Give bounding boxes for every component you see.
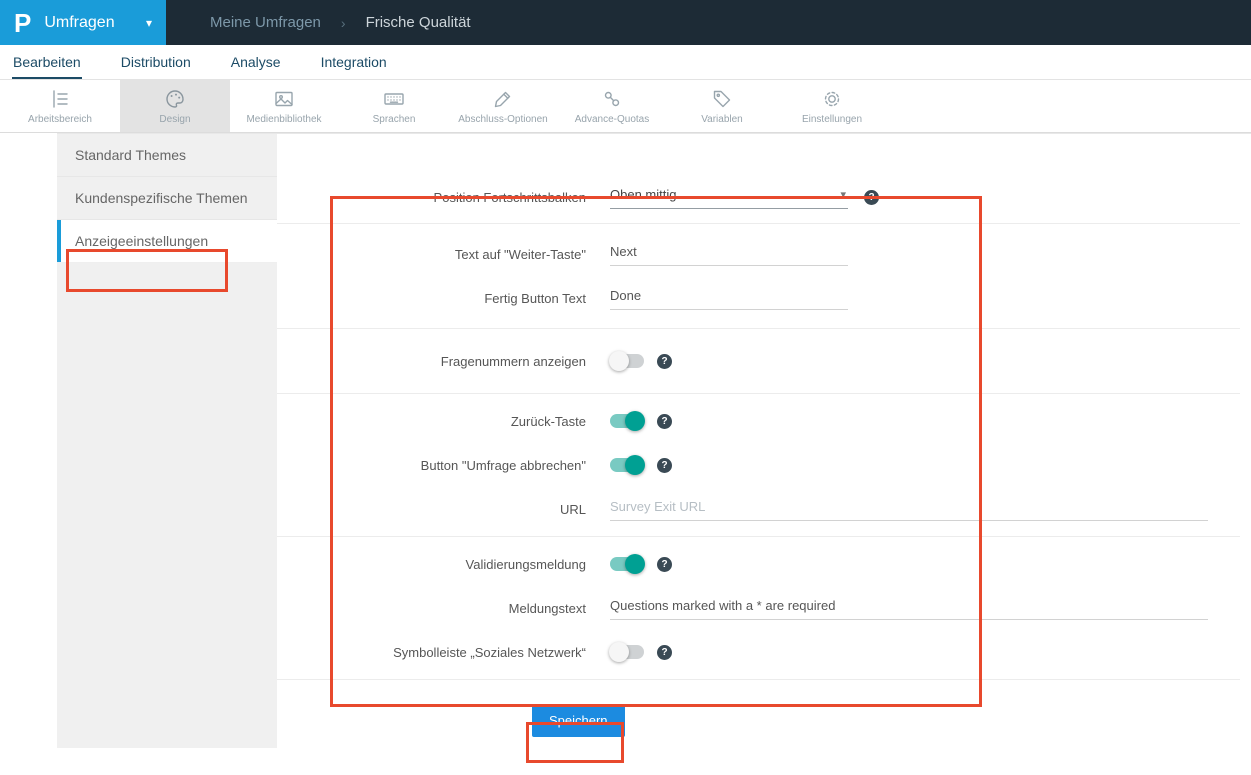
exit-url-input[interactable] [610,497,1208,521]
form-row-validation-message: Validierungsmeldung ? [277,542,1240,586]
progress-position-select[interactable]: Oben mittig ▾ [610,185,848,209]
field-label: Fragenummern anzeigen [277,354,586,369]
toolbar-item-medienbibliothek[interactable]: Medienbibliothek [230,80,338,132]
toolbar-item-abschluss-optionen[interactable]: Abschluss-Optionen [450,80,556,132]
toggle-knob [609,642,629,662]
field-label: Zurück-Taste [277,414,586,429]
brush-icon [491,87,515,111]
toggle-knob [625,411,645,431]
validation-message-toggle[interactable] [610,557,644,571]
breadcrumb: Meine Umfragen › Frische Qualität [166,0,471,45]
help-icon[interactable]: ? [657,414,672,429]
next-button-text-input[interactable] [610,242,848,266]
toolbar-item-label: Arbeitsbereich [28,114,92,125]
help-icon[interactable]: ? [864,190,879,205]
form-row-exit-url: URL [277,487,1240,531]
form-row-progress-position: Position Fortschrittsbalken Oben mittig … [277,175,1240,219]
cancel-survey-toggle[interactable] [610,458,644,472]
form-row-back-button: Zurück-Taste ? [277,399,1240,443]
help-icon[interactable]: ? [657,354,672,369]
toggle-knob [609,351,629,371]
toolbar-item-label: Variablen [701,114,743,125]
chevron-right-icon: › [341,15,346,31]
toolbar-item-einstellungen[interactable]: Einstellungen [776,80,888,132]
palette-icon [163,87,187,111]
product-menu[interactable]: P Umfragen ▾ [0,0,166,45]
toolbar-item-label: Advance-Quotas [575,114,650,125]
toolbar-item-label: Design [159,114,190,125]
question-numbers-toggle[interactable] [610,354,644,368]
field-label: URL [277,502,586,517]
help-icon[interactable]: ? [657,557,672,572]
back-button-toggle[interactable] [610,414,644,428]
save-area: Speichern [277,704,1240,737]
workspace-icon [48,87,72,111]
field-label: Validierungsmeldung [277,557,586,572]
sidebar-item-anzeigeeinstellungen[interactable]: Anzeigeeinstellungen [57,220,277,263]
group-progress-bar: Position Fortschrittsbalken Oben mittig … [277,171,1240,224]
gear-icon [820,87,844,111]
toolbar-item-sprachen[interactable]: Sprachen [338,80,450,132]
toolbar-item-arbeitsbereich[interactable]: Arbeitsbereich [0,80,120,132]
chevron-down-icon: ▾ [138,16,152,30]
field-label: Text auf "Weiter-Taste" [277,247,586,262]
toolbar-item-label: Medienbibliothek [246,114,321,125]
form-row-question-numbers: Fragenummern anzeigen ? [277,339,1240,383]
design-sidebar: Standard Themes Kundenspezifische Themen… [57,134,277,748]
form-row-done-text: Fertig Button Text [277,276,1240,320]
toggle-knob [625,455,645,475]
app-logo: P [14,10,31,36]
done-button-text-input[interactable] [610,286,848,310]
main-tabs: Bearbeiten Distribution Analyse Integrat… [0,45,1251,80]
form-row-message-text: Meldungstext [277,586,1240,630]
toolbar-item-variablen[interactable]: Variablen [668,80,776,132]
breadcrumb-current: Frische Qualität [366,14,471,31]
toolbar-item-label: Einstellungen [802,114,862,125]
field-label: Fertig Button Text [277,291,586,306]
field-label: Symbolleiste „Soziales Netzwerk“ [277,645,586,660]
toggle-knob [625,554,645,574]
group-navigation-buttons: Zurück-Taste ? Button "Umfrage abbrechen… [277,394,1240,537]
chevron-down-icon: ▾ [840,188,846,201]
save-button[interactable]: Speichern [532,704,625,737]
help-icon[interactable]: ? [657,645,672,660]
field-label: Button "Umfrage abbrechen" [277,458,586,473]
field-label: Meldungstext [277,601,586,616]
tab-bearbeiten[interactable]: Bearbeiten [12,48,82,79]
media-library-icon [272,87,296,111]
help-icon[interactable]: ? [657,458,672,473]
form-row-next-text: Text auf "Weiter-Taste" [277,232,1240,276]
form-row-social-toolbar: Symbolleiste „Soziales Netzwerk“ ? [277,630,1240,674]
top-bar: P Umfragen ▾ Meine Umfragen › Frische Qu… [0,0,1251,45]
app-window: P Umfragen ▾ Meine Umfragen › Frische Qu… [0,0,1251,775]
select-value: Oben mittig [610,187,676,202]
editor-toolbar: Arbeitsbereich Design Medienbibliothek S… [0,80,1251,133]
sidebar-item-kundenspezifische-themen[interactable]: Kundenspezifische Themen [57,177,277,220]
group-button-texts: Text auf "Weiter-Taste" Fertig Button Te… [277,224,1240,329]
social-toolbar-toggle[interactable] [610,645,644,659]
toolbar-item-design[interactable]: Design [120,80,230,132]
field-label: Position Fortschrittsbalken [277,190,586,205]
toolbar-item-label: Abschluss-Optionen [458,114,548,125]
form-row-cancel-button: Button "Umfrage abbrechen" ? [277,443,1240,487]
settings-panel: Position Fortschrittsbalken Oben mittig … [277,134,1251,748]
message-text-input[interactable] [610,596,1208,620]
tab-integration[interactable]: Integration [320,48,388,79]
toolbar-item-advance-quotas[interactable]: Advance-Quotas [556,80,668,132]
group-question-numbers: Fragenummern anzeigen ? [277,329,1240,394]
keyboard-icon [382,87,406,111]
toolbar-item-label: Sprachen [373,114,416,125]
breadcrumb-parent[interactable]: Meine Umfragen [210,14,321,31]
product-menu-label: Umfragen [44,14,114,32]
tab-distribution[interactable]: Distribution [120,48,192,79]
page-body: Standard Themes Kundenspezifische Themen… [57,133,1251,748]
tag-icon [710,87,734,111]
tab-analyse[interactable]: Analyse [230,48,282,79]
group-validation: Validierungsmeldung ? Meldungstext Symbo… [277,537,1240,680]
sidebar-item-standard-themes[interactable]: Standard Themes [57,134,277,177]
quota-links-icon [600,87,624,111]
